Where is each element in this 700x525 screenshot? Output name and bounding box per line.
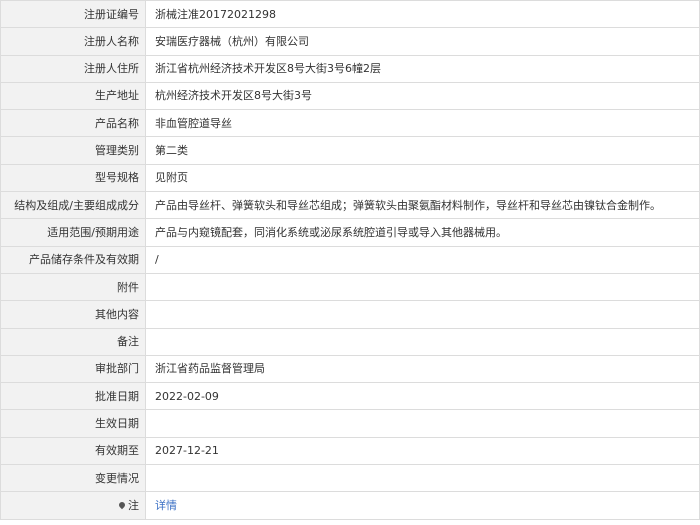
registration-detail-table: 注册证编号 浙械注准20172021298 注册人名称 安瑞医疗器械（杭州）有限公司注…	[0, 0, 700, 520]
table-row: 生效日期	[0, 409, 700, 438]
table-row: 型号规格 见附页	[0, 163, 700, 193]
row-value: 浙江省药品监督管理局	[145, 354, 700, 384]
row-value: 安瑞医疗器械（杭州）有限公司	[145, 27, 700, 56]
table-row-note: 注 详情	[0, 491, 700, 520]
table-row: 附件	[0, 272, 700, 302]
row-value: 非血管腔道导丝	[145, 109, 700, 138]
note-label: 注	[128, 498, 139, 512]
table-row: 管理类别 第二类	[0, 136, 700, 165]
row-label: 注册人名称	[0, 27, 146, 56]
table-row: 产品储存条件及有效期 /	[0, 245, 700, 274]
row-value: 详情	[145, 491, 700, 520]
table-row: 审批部门 浙江省药品监督管理局	[0, 354, 700, 384]
table-row: 变更情况	[0, 464, 700, 493]
row-value: 2027-12-21	[145, 436, 700, 466]
row-value: 杭州经济技术开发区8号大街3号	[145, 81, 700, 111]
row-label: 适用范围/预期用途	[0, 218, 146, 247]
row-label: 型号规格	[0, 163, 146, 193]
table-row: 产品名称 非血管腔道导丝	[0, 109, 700, 138]
table-row: 注册人住所 浙江省杭州经济技术开发区8号大街3号6幢2层	[0, 54, 700, 83]
table-row: 注册人名称 安瑞医疗器械（杭州）有限公司	[0, 27, 700, 56]
row-label: 注册人住所	[0, 54, 146, 83]
row-label: 结构及组成/主要组成成分	[0, 191, 146, 220]
row-value	[145, 464, 700, 493]
row-label: 产品储存条件及有效期	[0, 245, 146, 274]
row-label: 注	[0, 491, 146, 520]
row-value: /	[145, 245, 700, 274]
details-link[interactable]: 详情	[155, 499, 177, 512]
row-value: 浙械注准20172021298	[145, 0, 700, 29]
row-value	[145, 327, 700, 356]
table-row: 备注	[0, 327, 700, 356]
row-value: 产品由导丝杆、弹簧软头和导丝芯组成；弹簧软头由聚氨酯材料制作，导丝杆和导丝芯由镍…	[145, 191, 700, 220]
table-row: 结构及组成/主要组成成分 产品由导丝杆、弹簧软头和导丝芯组成；弹簧软头由聚氨酯材料…	[0, 191, 700, 220]
row-label: 注册证编号	[0, 0, 146, 29]
row-label: 生效日期	[0, 409, 146, 438]
table-row: 适用范围/预期用途 产品与内窥镜配套，同消化系统或泌尿系统腔道引导或导入其他器械用…	[0, 218, 700, 247]
table-row: 注册证编号 浙械注准20172021298	[0, 0, 700, 29]
row-value: 产品与内窥镜配套，同消化系统或泌尿系统腔道引导或导入其他器械用。	[145, 218, 700, 247]
row-label: 审批部门	[0, 354, 146, 384]
row-label: 其他内容	[0, 300, 146, 329]
row-value: 2022-02-09	[145, 382, 700, 411]
table-row: 有效期至 2027-12-21	[0, 436, 700, 466]
row-label: 批准日期	[0, 382, 146, 411]
table-row: 生产地址 杭州经济技术开发区8号大街3号	[0, 81, 700, 111]
table-row: 其他内容	[0, 300, 700, 329]
row-label: 变更情况	[0, 464, 146, 493]
row-value	[145, 300, 700, 329]
row-value: 第二类	[145, 136, 700, 165]
row-value: 见附页	[145, 163, 700, 193]
row-label: 生产地址	[0, 81, 146, 111]
row-label: 备注	[0, 327, 146, 356]
row-label: 管理类别	[0, 136, 146, 165]
map-pin-icon	[117, 500, 127, 510]
row-label: 有效期至	[0, 436, 146, 466]
row-label: 产品名称	[0, 109, 146, 138]
row-label: 附件	[0, 272, 146, 302]
row-value	[145, 409, 700, 438]
row-value	[145, 272, 700, 302]
table-row: 批准日期 2022-02-09	[0, 382, 700, 411]
row-value: 浙江省杭州经济技术开发区8号大街3号6幢2层	[145, 54, 700, 83]
